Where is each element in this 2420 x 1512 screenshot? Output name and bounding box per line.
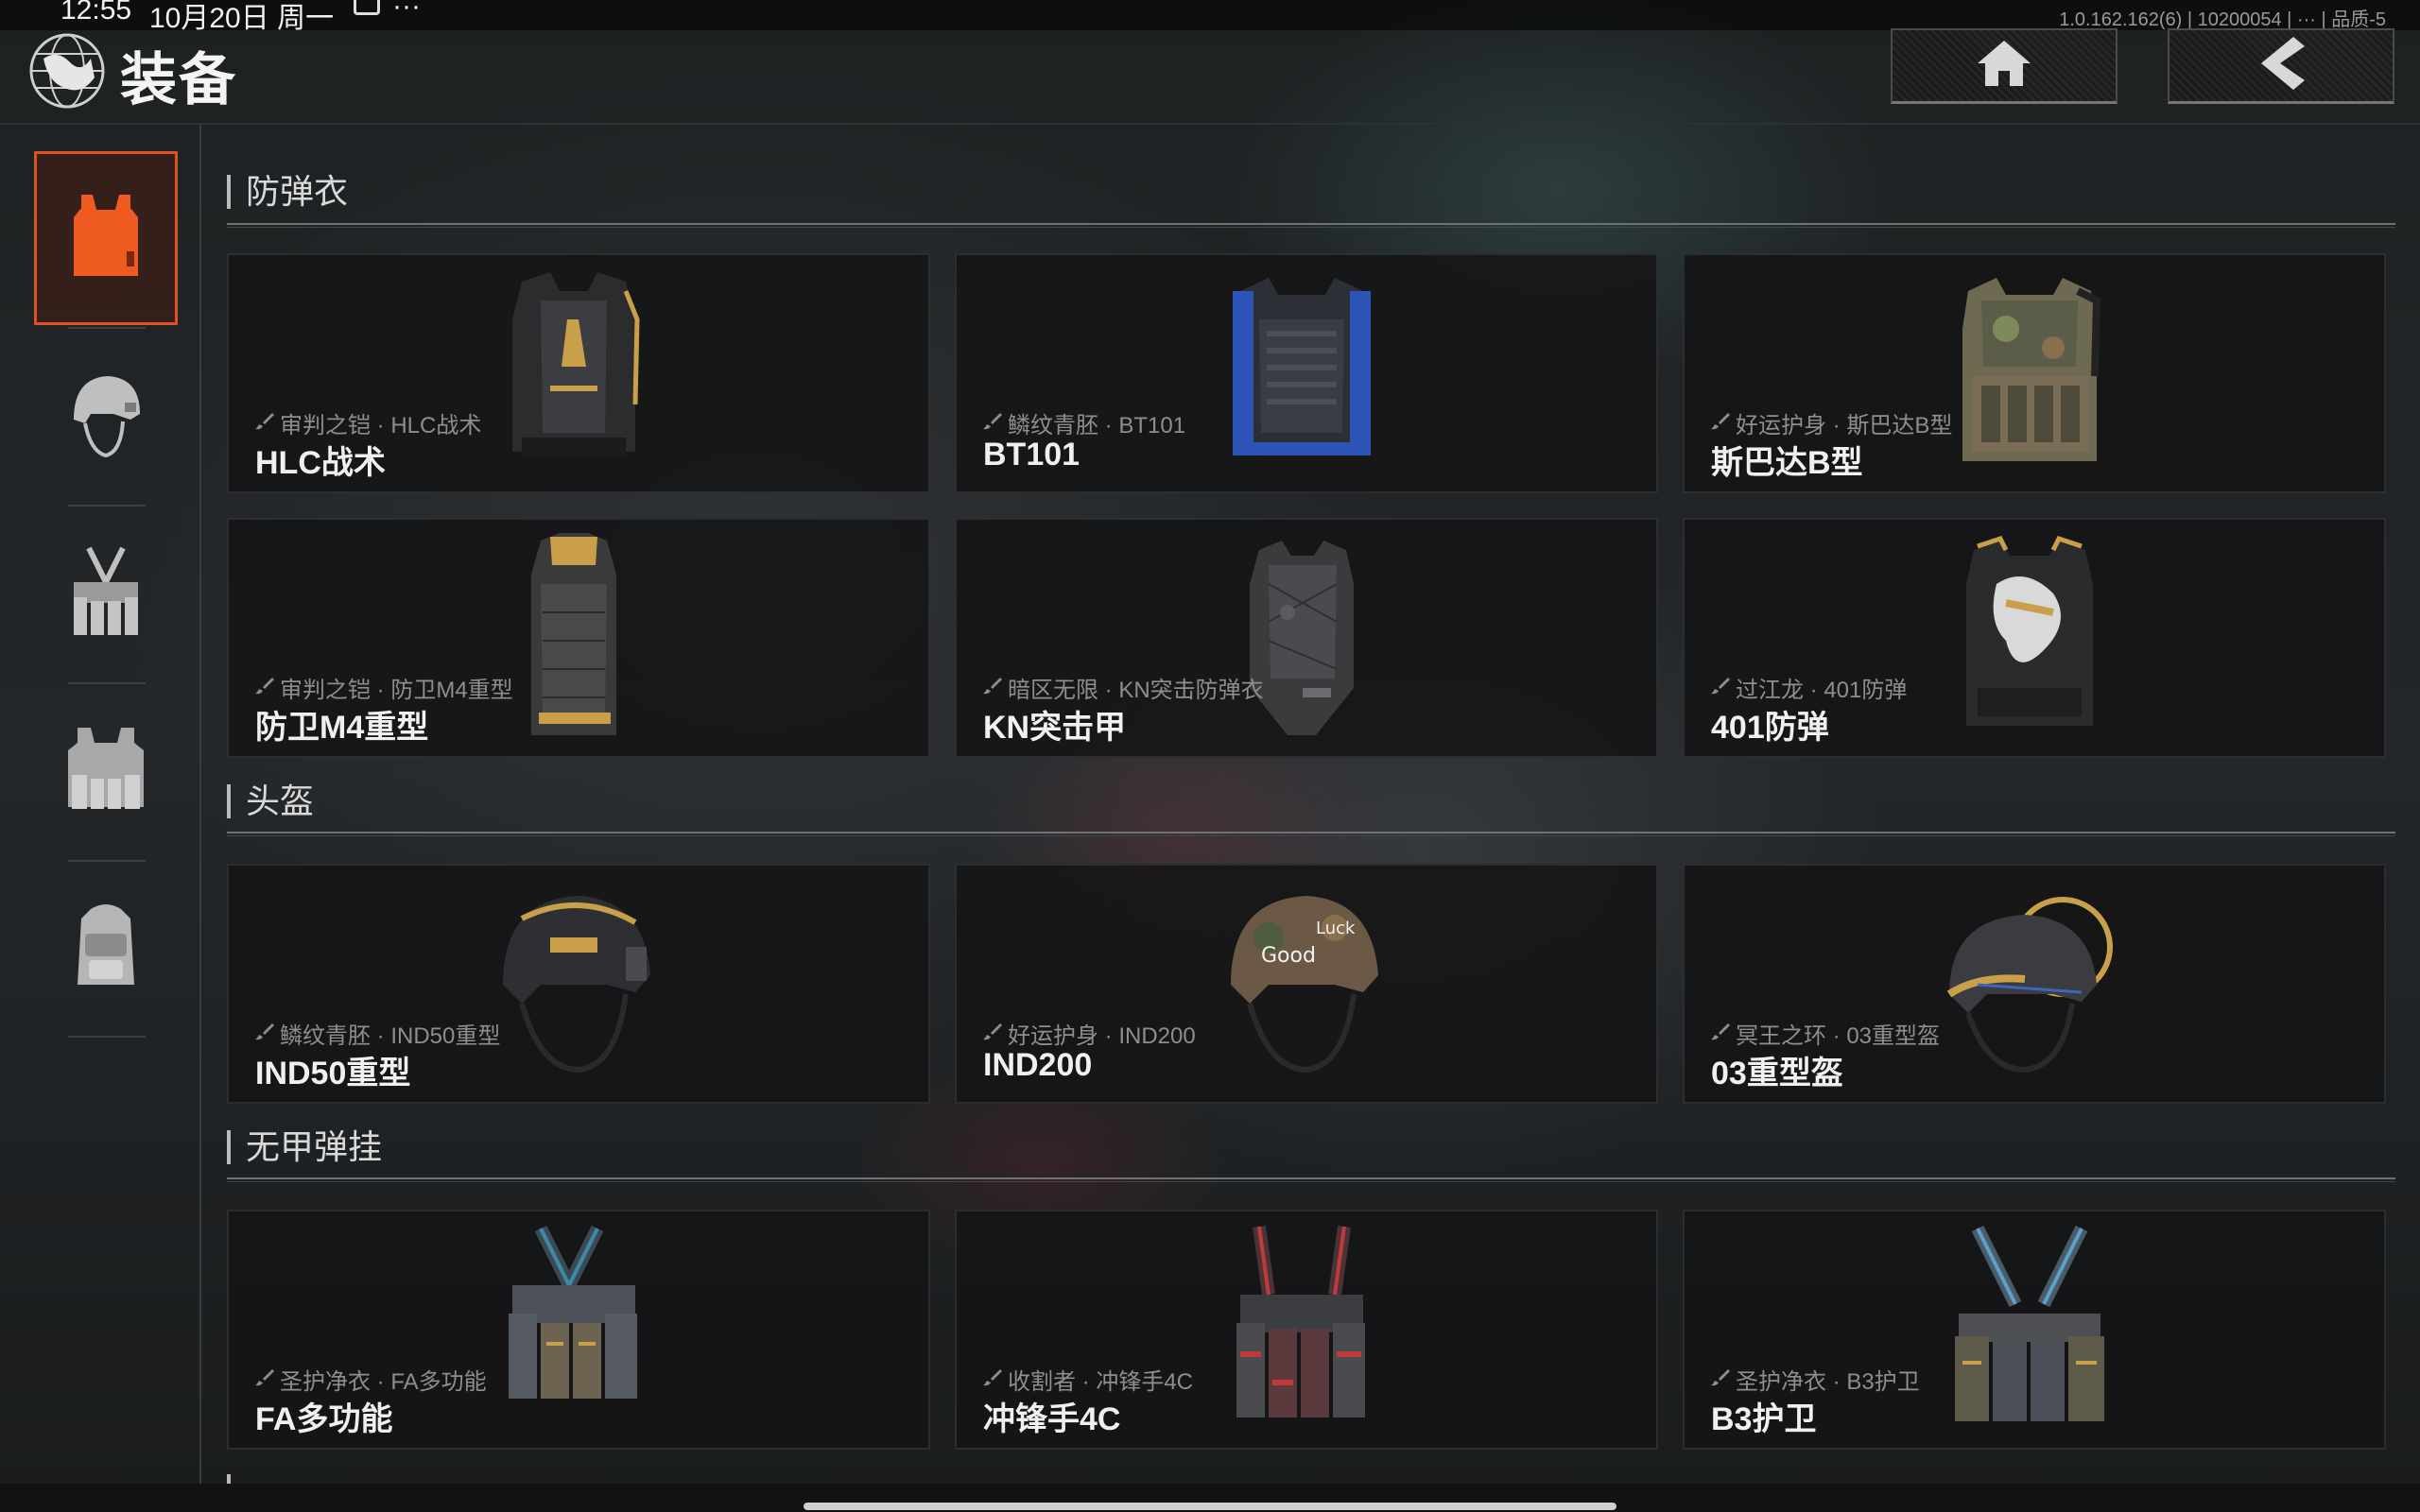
section-title-body-armor: 防弹衣 (227, 175, 348, 209)
skin-label: 审判之铠 · 防卫M4重型 (255, 671, 513, 704)
section-title-chest-rig: 无甲弹挂 (227, 1130, 382, 1164)
brush-icon (1711, 675, 1730, 701)
brush-icon (1711, 1021, 1730, 1047)
rig-image (1940, 1219, 2119, 1446)
globe-logo-icon (25, 30, 110, 112)
armor-image (1212, 263, 1392, 490)
page-title: 装备 (120, 48, 237, 112)
item-name: KN突击甲 (983, 710, 1127, 746)
item-name: 斯巴达B型 (1711, 445, 1863, 481)
item-name: 03重型盔 (1711, 1056, 1843, 1091)
sidebar-separator (68, 1036, 146, 1038)
svg-text:Good: Good (1261, 944, 1316, 968)
body-armor-icon (68, 189, 144, 288)
sidebar-item-backpack[interactable] (34, 862, 178, 1036)
notification-icon (354, 0, 380, 15)
helmet-icon (64, 367, 147, 466)
skin-label: 鳞纹青胚 · BT101 (983, 406, 1185, 439)
brush-icon (983, 1021, 1002, 1047)
brush-icon (983, 1366, 1002, 1393)
item-card-03-heavy[interactable]: 冥王之环 · 03重型盔 03重型盔 (1683, 864, 2386, 1104)
armor-image (484, 527, 664, 754)
chevron-left-icon (2256, 35, 2307, 96)
armor-image (1940, 263, 2119, 490)
armored-rig-icon (62, 722, 149, 821)
section-title-partial (227, 1474, 388, 1484)
version-text: 1.0.162.162(6) | 10200054 | ··· | 品质-5 (2059, 9, 2386, 30)
status-more: ··· (392, 0, 421, 22)
header-divider (0, 123, 2420, 125)
brush-icon (255, 675, 274, 701)
item-card-401[interactable]: 过江龙 · 401防弹 401防弹 (1683, 518, 2386, 758)
item-name: B3护卫 (1711, 1401, 1817, 1437)
item-card-kn[interactable]: 暗区无限 · KN突击防弹衣 KN突击甲 (955, 518, 1658, 758)
item-name: 冲锋手4C (983, 1401, 1121, 1437)
item-name: IND50重型 (255, 1056, 411, 1091)
skin-label: 圣护净衣 · FA多功能 (255, 1363, 487, 1396)
armor-image (484, 263, 664, 490)
rig-image (484, 1219, 664, 1446)
item-name: IND200 (983, 1047, 1093, 1083)
skin-label: 好运护身 · IND200 (983, 1017, 1196, 1050)
rig-image (1212, 1219, 1392, 1446)
item-name: BT101 (983, 437, 1080, 472)
item-card-ind200[interactable]: Good Luck 好运护身 · IND200 IND200 (955, 864, 1658, 1104)
section-title-helmet: 头盔 (227, 784, 314, 818)
sidebar-item-helmet[interactable] (34, 329, 178, 503)
skin-label: 收割者 · 冲锋手4C (983, 1363, 1193, 1396)
chest-rig-icon (66, 544, 146, 644)
item-card-ind50[interactable]: 鳞纹青胚 · IND50重型 IND50重型 (227, 864, 930, 1104)
brush-icon (1711, 410, 1730, 437)
sidebar-item-armored-rig[interactable] (34, 684, 178, 858)
item-card-bt101[interactable]: 鳞纹青胚 · BT101 BT101 (955, 253, 1658, 493)
sidebar-item-chest-rig[interactable] (34, 507, 178, 680)
item-card-fa[interactable]: 圣护净衣 · FA多功能 FA多功能 (227, 1210, 930, 1450)
brush-icon (983, 410, 1002, 437)
item-card-hlc[interactable]: 审判之铠 · HLC战术 HLC战术 (227, 253, 930, 493)
item-card-spartan-b[interactable]: 好运护身 · 斯巴达B型 斯巴达B型 (1683, 253, 2386, 493)
helmet-image: Good Luck (1212, 881, 1392, 1108)
svg-text:Luck: Luck (1316, 919, 1356, 938)
helmet-image (484, 881, 664, 1108)
item-name: 401防弹 (1711, 710, 1829, 746)
section-divider (227, 832, 2395, 836)
armor-image (1212, 527, 1392, 754)
brush-icon (255, 1366, 274, 1393)
armor-image (1940, 527, 2119, 754)
brush-icon (255, 1021, 274, 1047)
skin-label: 审判之铠 · HLC战术 (255, 406, 481, 439)
item-name: 防卫M4重型 (255, 710, 429, 746)
status-time: 12:55 (60, 0, 132, 26)
item-card-m4-heavy[interactable]: 审判之铠 · 防卫M4重型 防卫M4重型 (227, 518, 930, 758)
skin-label: 鳞纹青胚 · IND50重型 (255, 1017, 500, 1050)
skin-label: 过江龙 · 401防弹 (1711, 671, 1907, 704)
back-button[interactable] (2168, 28, 2394, 104)
brush-icon (983, 675, 1002, 701)
home-indicator[interactable] (804, 1503, 1616, 1510)
section-divider (227, 1177, 2395, 1182)
skin-label: 冥王之环 · 03重型盔 (1711, 1017, 1940, 1050)
brush-icon (1711, 1366, 1730, 1393)
skin-label: 好运护身 · 斯巴达B型 (1711, 406, 1952, 439)
helmet-image (1940, 881, 2119, 1108)
item-name: HLC战术 (255, 445, 386, 481)
skin-label: 圣护净衣 · B3护卫 (1711, 1363, 1920, 1396)
status-bar: 12:55 10月20日 周一 ··· 1.0.162.162(6) | 102… (0, 0, 2420, 34)
section-divider (227, 223, 2395, 228)
sidebar-item-body-armor[interactable] (34, 151, 178, 325)
skin-label: 暗区无限 · KN突击防弹衣 (983, 671, 1264, 704)
home-button[interactable] (1891, 28, 2118, 104)
backpack-icon (68, 900, 144, 999)
item-card-b3[interactable]: 圣护净衣 · B3护卫 B3护卫 (1683, 1210, 2386, 1450)
brush-icon (255, 410, 274, 437)
home-icon (1976, 39, 2032, 93)
sidebar-divider (199, 125, 201, 1486)
item-card-4c[interactable]: 收割者 · 冲锋手4C 冲锋手4C (955, 1210, 1658, 1450)
status-date: 10月20日 周一 (149, 3, 335, 34)
item-name: FA多功能 (255, 1401, 393, 1437)
